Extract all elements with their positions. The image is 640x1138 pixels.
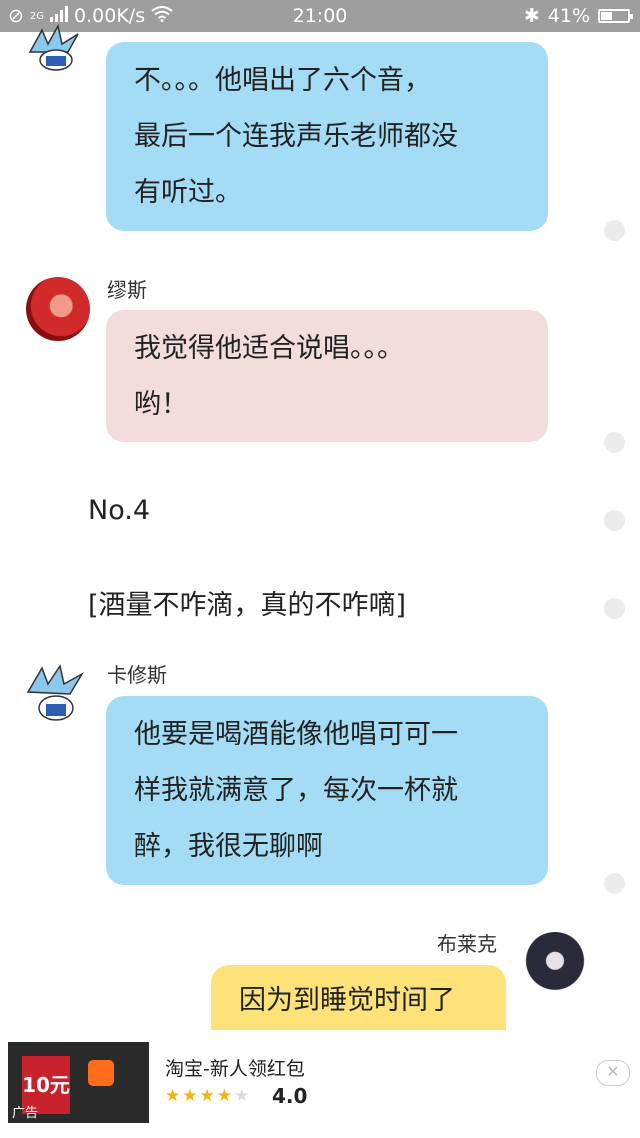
narration-text: No.4 <box>88 495 151 526</box>
message-bubble[interactable]: 因为到睡觉时间了 <box>211 965 506 1030</box>
narration-text: [酒量不咋滴，真的不咋嘀] <box>88 590 407 621</box>
bluetooth-icon: ✱ <box>523 5 540 27</box>
ad-thumbnail[interactable]: 10元 广告 <box>8 1042 149 1123</box>
rating-stars: ★★★★★ <box>165 1086 251 1106</box>
ad-banner[interactable]: 10元 广告 淘宝-新人领红包 ★★★★★ 4.0 ✕ <box>0 1030 640 1138</box>
rating-value: 4.0 <box>272 1084 308 1108</box>
message-line: 不。。。他唱出了六个音， <box>134 65 431 96</box>
clock: 21:00 <box>292 5 348 27</box>
star-icon: ★ <box>182 1086 200 1106</box>
message-bubble[interactable]: 他要是喝酒能像他唱可可一 样我就满意了，每次一杯就 醉，我很无聊啊 <box>106 696 548 885</box>
avatar[interactable] <box>523 932 587 996</box>
select-dot[interactable] <box>604 220 625 241</box>
star-icon: ★ <box>199 1086 217 1106</box>
taobao-app-icon <box>88 1060 114 1086</box>
avatar[interactable] <box>26 277 90 341</box>
star-icon: ★ <box>234 1086 252 1106</box>
star-icon: ★ <box>216 1086 234 1106</box>
message-bubble[interactable]: 我觉得他适合说唱。。。 哟！ <box>106 310 548 442</box>
sender-name: 卡修斯 <box>107 663 167 687</box>
status-bar: ⊘ 2G 0.00K/s 21:00 ✱ 41% <box>0 0 640 32</box>
star-icon: ★ <box>165 1086 183 1106</box>
battery-icon <box>598 9 633 23</box>
message-line: 因为到睡觉时间了 <box>239 985 455 1016</box>
message-bubble[interactable]: 不。。。他唱出了六个音， 最后一个连我声乐老师都没 有听过。 <box>106 42 548 231</box>
avatar[interactable] <box>24 664 88 728</box>
battery-percent: 41% <box>547 5 590 27</box>
sender-name: 缪斯 <box>107 278 147 302</box>
message-line: 最后一个连我声乐老师都没 <box>134 121 458 152</box>
select-dot[interactable] <box>604 432 625 453</box>
message-line: 我觉得他适合说唱。。。 <box>134 333 404 364</box>
ad-label: 广告 <box>12 1106 39 1121</box>
avatar[interactable] <box>24 22 88 86</box>
close-icon[interactable]: ✕ <box>596 1060 630 1086</box>
message-line: 有听过。 <box>134 177 242 208</box>
message-line: 样我就满意了，每次一杯就 <box>134 775 458 806</box>
select-dot[interactable] <box>604 873 625 894</box>
select-dot[interactable] <box>604 598 625 619</box>
message-line: 醉，我很无聊啊 <box>134 831 323 862</box>
message-line: 哟！ <box>134 389 188 420</box>
message-line: 他要是喝酒能像他唱可可一 <box>134 719 458 750</box>
select-dot[interactable] <box>604 510 625 531</box>
ad-title[interactable]: 淘宝-新人领红包 <box>165 1054 305 1081</box>
sender-name: 布莱克 <box>437 932 497 956</box>
